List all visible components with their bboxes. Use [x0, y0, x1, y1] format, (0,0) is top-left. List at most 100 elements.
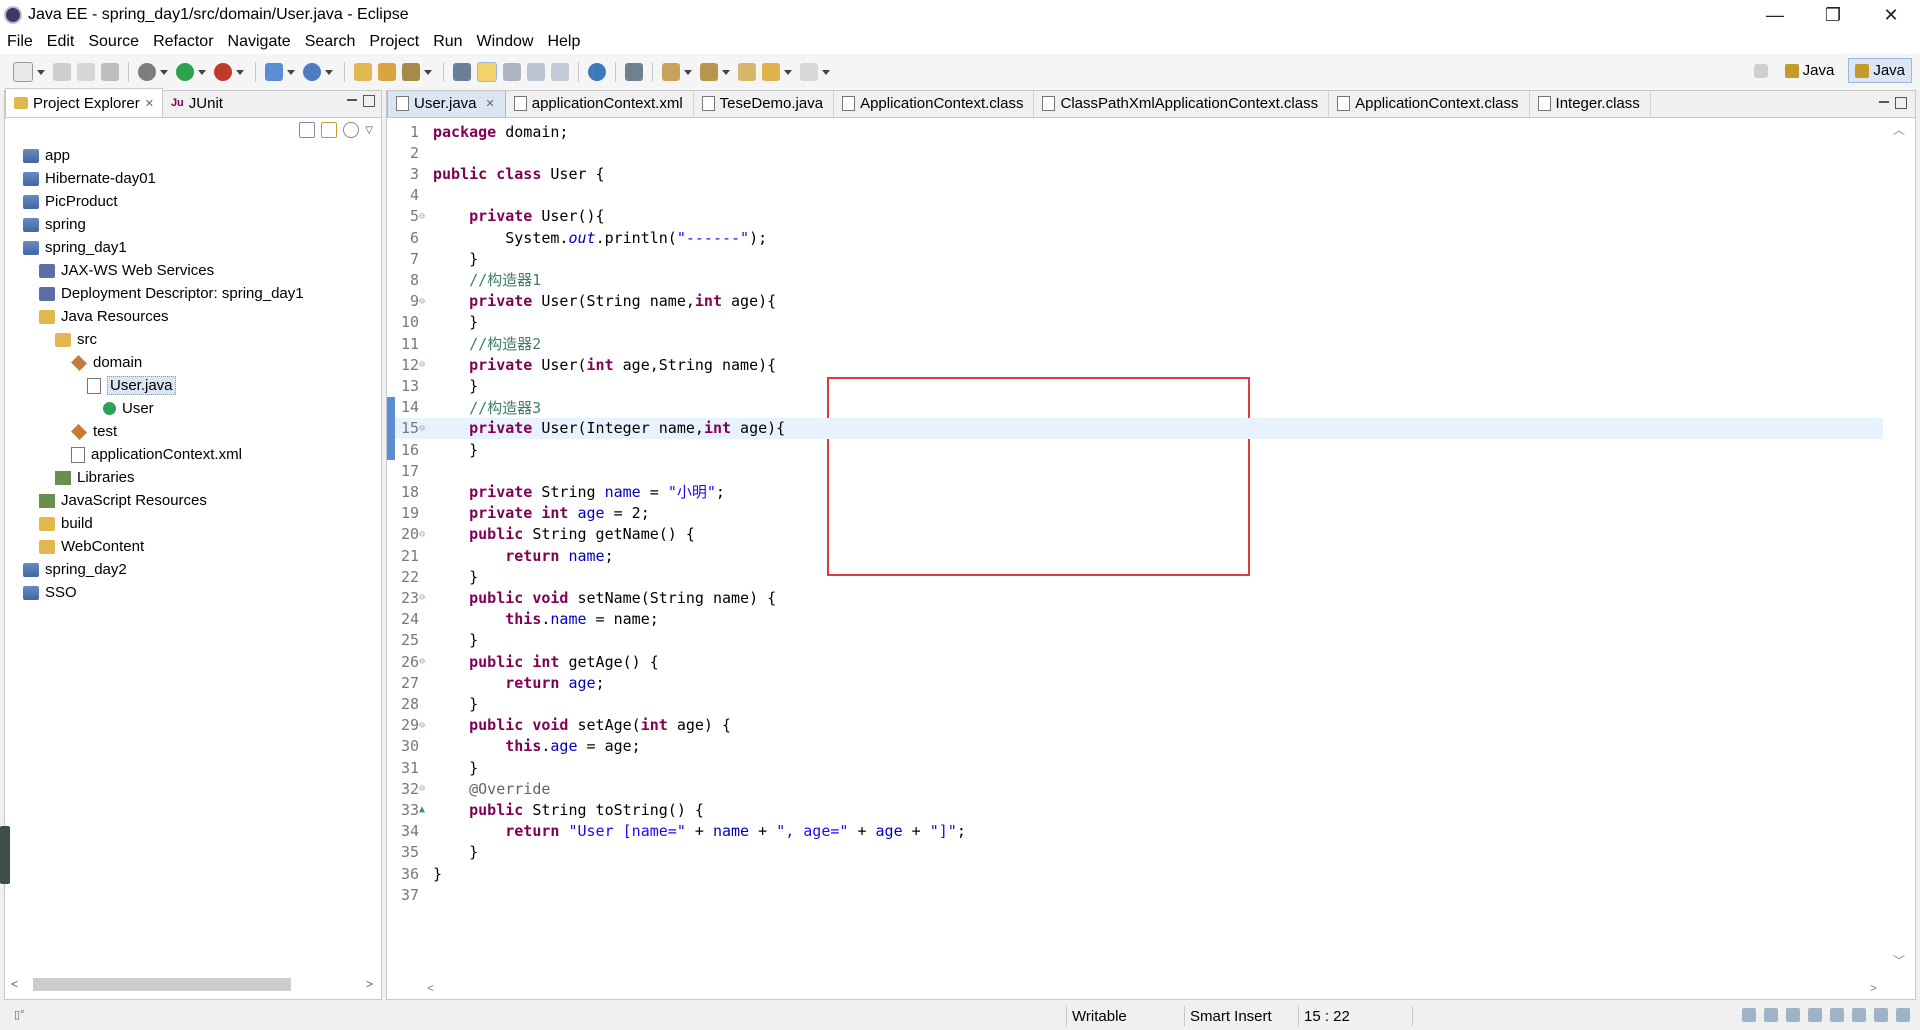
tree-item[interactable]: JavaScript Resources: [5, 489, 381, 512]
editor-hscrollbar[interactable]: < >: [427, 981, 1877, 995]
code-line[interactable]: 27 return age;: [387, 672, 1883, 693]
menu-run[interactable]: Run: [426, 33, 469, 51]
tree-item[interactable]: spring_day1: [5, 236, 381, 259]
maximize-editor-icon[interactable]: [1895, 97, 1907, 109]
code-line[interactable]: 2: [387, 142, 1883, 163]
editor-vscrollbar[interactable]: ︿ ﹀: [1881, 117, 1915, 973]
console-icon[interactable]: [1764, 1008, 1778, 1022]
print-icon[interactable]: [101, 63, 119, 81]
minimize-button[interactable]: —: [1746, 0, 1804, 30]
show-whitespace-icon[interactable]: [527, 63, 545, 81]
pin-editor-icon[interactable]: [625, 63, 643, 81]
perspective-java[interactable]: Java: [1848, 58, 1912, 83]
tree-item[interactable]: User.java: [5, 374, 381, 397]
tree-item[interactable]: src: [5, 328, 381, 351]
view-filters-icon[interactable]: [343, 122, 360, 138]
tree-item[interactable]: JAX-WS Web Services: [5, 259, 381, 282]
tree-item[interactable]: Java Resources: [5, 305, 381, 328]
tree-item[interactable]: Hibernate-day01: [5, 167, 381, 190]
scroll-left-icon[interactable]: <: [11, 977, 18, 991]
debug-dropdown-icon[interactable]: [160, 69, 168, 75]
back-dropdown-icon[interactable]: [784, 69, 792, 75]
new-icon[interactable]: [13, 62, 33, 82]
menu-navigate[interactable]: Navigate: [221, 33, 298, 51]
tree-item[interactable]: domain: [5, 351, 381, 374]
new-java-project-icon[interactable]: [265, 63, 283, 81]
code-line[interactable]: 24 this.name = name;: [387, 609, 1883, 630]
open-perspective-icon[interactable]: [1753, 63, 1768, 78]
tasks-icon[interactable]: [1896, 1008, 1910, 1022]
tree-item[interactable]: SSO: [5, 581, 381, 604]
close-button[interactable]: ✕: [1862, 0, 1920, 30]
last-edit-location-icon[interactable]: [738, 63, 756, 81]
tree-item[interactable]: build: [5, 512, 381, 535]
tree-item[interactable]: app: [5, 144, 381, 167]
override-marker-icon[interactable]: ▲: [419, 804, 429, 815]
open-resource-icon[interactable]: [378, 63, 396, 81]
code-line[interactable]: 26 ⊖ public int getAge() {: [387, 651, 1883, 672]
tree-item[interactable]: PicProduct: [5, 190, 381, 213]
menu-help[interactable]: Help: [540, 33, 587, 51]
fold-toggle-icon[interactable]: ⊖: [419, 592, 429, 603]
new-class-dropdown-icon[interactable]: [325, 69, 333, 75]
declaration-icon[interactable]: [1874, 1008, 1888, 1022]
code-area[interactable]: 1 package domain; 2 3 public class User {4 5 ⊖…: [387, 117, 1883, 973]
code-line[interactable]: 30 this.age = age;: [387, 736, 1883, 757]
toggle-block-selection-icon[interactable]: [503, 63, 521, 81]
close-tab-icon[interactable]: ✕: [145, 97, 154, 110]
servers-icon[interactable]: [1830, 1008, 1844, 1022]
code-line[interactable]: 10 }: [387, 312, 1883, 333]
tree-item[interactable]: WebContent: [5, 535, 381, 558]
fold-toggle-icon[interactable]: ⊖: [419, 423, 429, 434]
problems-icon[interactable]: [1808, 1008, 1822, 1022]
menu-edit[interactable]: Edit: [40, 33, 82, 51]
scroll-up-icon[interactable]: ︿: [1893, 121, 1905, 138]
toggle-highlight-icon[interactable]: [477, 62, 497, 82]
menu-project[interactable]: Project: [362, 33, 426, 51]
save-all-icon[interactable]: [77, 63, 95, 81]
menu-source[interactable]: Source: [81, 33, 146, 51]
tab-junit[interactable]: Ju JUnit: [163, 89, 231, 117]
code-line[interactable]: 21 return name;: [387, 545, 1883, 566]
forward-icon[interactable]: [800, 63, 818, 81]
code-line[interactable]: 28 }: [387, 693, 1883, 714]
browser-icon[interactable]: [588, 63, 606, 81]
next-annotation-dropdown-icon[interactable]: [684, 69, 692, 75]
trim-handle[interactable]: [0, 826, 10, 884]
new-dropdown-icon[interactable]: [37, 69, 45, 75]
code-line[interactable]: 1 package domain;: [387, 121, 1883, 142]
link-with-editor-icon[interactable]: [321, 122, 338, 138]
fold-toggle-icon[interactable]: ⊖: [419, 529, 429, 540]
search-dropdown-icon[interactable]: [424, 69, 432, 75]
code-line[interactable]: 29 ⊖ public void setAge(int age) {: [387, 715, 1883, 736]
tree-item[interactable]: User: [5, 397, 381, 420]
code-line[interactable]: 11 //构造器2: [387, 333, 1883, 354]
external-tools-icon[interactable]: [214, 63, 232, 81]
debug-icon[interactable]: [138, 63, 156, 81]
code-line[interactable]: 9 ⊖ private User(String name,int age){: [387, 291, 1883, 312]
code-line[interactable]: 16 }: [387, 439, 1883, 460]
editor-tab[interactable]: ClassPathXmlApplicationContext.class: [1034, 91, 1330, 117]
close-tab-icon[interactable]: ✕: [486, 97, 495, 110]
code-line[interactable]: 17: [387, 460, 1883, 481]
code-line[interactable]: 20 ⊖ public String getName() {: [387, 524, 1883, 545]
new-class-icon[interactable]: [303, 63, 321, 81]
code-line[interactable]: 13 }: [387, 375, 1883, 396]
editor-tab[interactable]: ApplicationContext.class: [1329, 91, 1530, 117]
fold-toggle-icon[interactable]: ⊖: [419, 359, 429, 370]
toggle-mark-occurrences-icon[interactable]: [453, 63, 471, 81]
code-line[interactable]: 7 }: [387, 248, 1883, 269]
perspective-java-ee[interactable]: Java: [1779, 59, 1841, 82]
open-type-icon[interactable]: [354, 63, 372, 81]
code-line[interactable]: 3 public class User {: [387, 163, 1883, 184]
code-line[interactable]: 22 }: [387, 566, 1883, 587]
scroll-right-icon[interactable]: >: [1870, 981, 1877, 995]
tree-item[interactable]: test: [5, 420, 381, 443]
menu-refactor[interactable]: Refactor: [146, 33, 220, 51]
code-line[interactable]: 14 //构造器3: [387, 397, 1883, 418]
restore-button[interactable]: ❐: [1804, 0, 1862, 30]
code-line[interactable]: 33 ▲ public String toString() {: [387, 799, 1883, 820]
paragraph-icon[interactable]: [551, 63, 569, 81]
code-line[interactable]: 25 }: [387, 630, 1883, 651]
scroll-right-icon[interactable]: >: [366, 977, 373, 991]
